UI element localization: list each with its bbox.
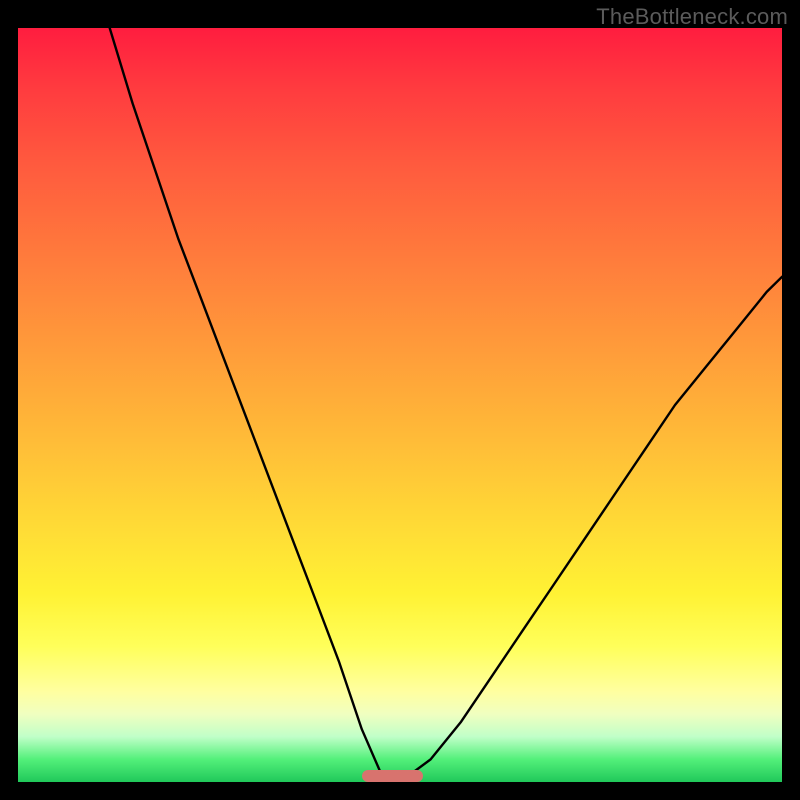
- watermark-text: TheBottleneck.com: [596, 4, 788, 30]
- curve-layer: [18, 28, 782, 782]
- plot-area: [18, 28, 782, 782]
- left-branch-curve: [110, 28, 385, 782]
- chart-frame: TheBottleneck.com: [0, 0, 800, 800]
- right-branch-curve: [400, 277, 782, 782]
- bottleneck-marker: [362, 770, 423, 782]
